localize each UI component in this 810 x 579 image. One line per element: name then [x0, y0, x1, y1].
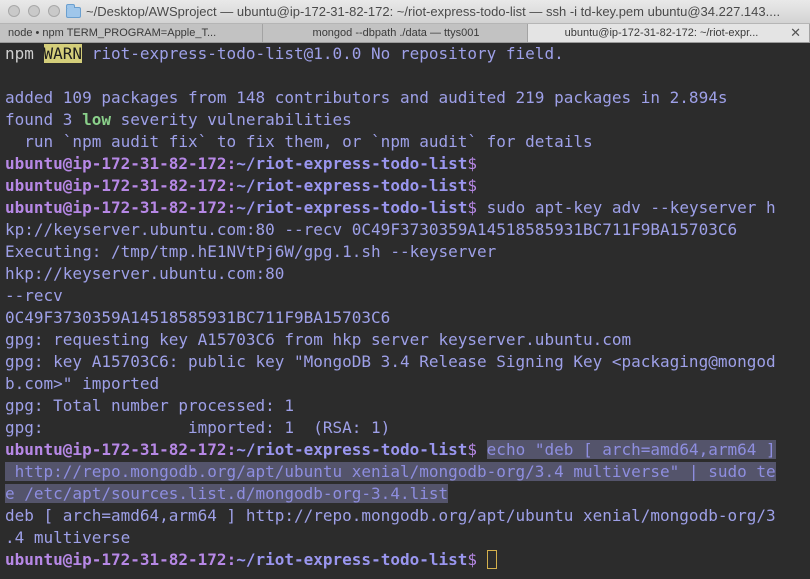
terminal-line: npm WARN riot-express-todo-list@1.0.0 No… [5, 44, 564, 63]
minimize-window-icon[interactable] [28, 5, 40, 17]
terminal-line: gpg: Total number processed: 1 [5, 396, 294, 415]
terminal-window: ~/Desktop/AWSproject — ubuntu@ip-172-31-… [0, 0, 810, 579]
terminal-line: deb [ arch=amd64,arm64 ] http://repo.mon… [5, 506, 776, 525]
terminal-line: .4 multiverse [5, 528, 131, 547]
close-window-icon[interactable] [8, 5, 20, 17]
terminal-line: kp://keyserver.ubuntu.com:80 --recv 0C49… [5, 220, 738, 239]
window-title-text: ~/Desktop/AWSproject — ubuntu@ip-172-31-… [86, 4, 781, 19]
prompt-line: ubuntu@ip-172-31-82-172:~/riot-express-t… [5, 176, 478, 195]
selected-text: http://repo.mongodb.org/apt/ubuntu xenia… [5, 462, 776, 481]
terminal-line: Executing: /tmp/tmp.hE1NVtPj6W/gpg.1.sh … [5, 242, 497, 261]
title-bar: ~/Desktop/AWSproject — ubuntu@ip-172-31-… [0, 0, 810, 24]
terminal-line: added 109 packages from 148 contributors… [5, 88, 728, 107]
tab-mongod[interactable]: mongod --dbpath ./data — ttys001 [263, 24, 528, 42]
terminal-output[interactable]: npm WARN riot-express-todo-list@1.0.0 No… [0, 43, 810, 579]
text-cursor [486, 550, 497, 569]
warn-tag: WARN [43, 44, 83, 63]
terminal-line: --recv [5, 286, 63, 305]
selected-text: e /etc/apt/sources.list.d/mongodb-org-3.… [5, 484, 449, 503]
terminal-line: found 3 low severity vulnerabilities [5, 110, 352, 129]
terminal-line: http://repo.mongodb.org/apt/ubuntu xenia… [5, 461, 776, 483]
tab-node-npm[interactable]: node • npm TERM_PROGRAM=Apple_T... [0, 24, 263, 42]
prompt-line: ubuntu@ip-172-31-82-172:~/riot-express-t… [5, 549, 497, 571]
terminal-line: hkp://keyserver.ubuntu.com:80 [5, 264, 285, 283]
tab-label: mongod --dbpath ./data — ttys001 [312, 27, 480, 39]
terminal-line: e /etc/apt/sources.list.d/mongodb-org-3.… [5, 483, 449, 505]
selected-text: echo "deb [ arch=amd64,arm64 ] [486, 440, 776, 459]
terminal-line: b.com>" imported [5, 374, 160, 393]
prompt-line: ubuntu@ip-172-31-82-172:~/riot-express-t… [5, 198, 776, 217]
terminal-line: 0C49F3730359A14518585931BC711F9BA15703C6 [5, 308, 391, 327]
folder-icon [66, 3, 81, 18]
prompt-line: ubuntu@ip-172-31-82-172:~/riot-express-t… [5, 440, 776, 459]
close-tab-icon[interactable]: ✕ [790, 24, 801, 42]
tab-bar: node • npm TERM_PROGRAM=Apple_T... mongo… [0, 24, 810, 43]
prompt-line: ubuntu@ip-172-31-82-172:~/riot-express-t… [5, 154, 478, 173]
terminal-line: gpg: imported: 1 (RSA: 1) [5, 418, 391, 437]
terminal-line: gpg: requesting key A15703C6 from hkp se… [5, 330, 632, 349]
terminal-line: run `npm audit fix` to fix them, or `npm… [5, 132, 593, 151]
tab-label: node • npm TERM_PROGRAM=Apple_T... [8, 27, 217, 39]
window-controls [8, 5, 60, 17]
terminal-line: gpg: key A15703C6: public key "MongoDB 3… [5, 352, 776, 371]
zoom-window-icon[interactable] [48, 5, 60, 17]
tab-ssh-ubuntu[interactable]: ubuntu@ip-172-31-82-172: ~/riot-expr... … [528, 24, 810, 42]
window-title: ~/Desktop/AWSproject — ubuntu@ip-172-31-… [66, 0, 780, 24]
tab-label: ubuntu@ip-172-31-82-172: ~/riot-expr... [564, 27, 759, 39]
